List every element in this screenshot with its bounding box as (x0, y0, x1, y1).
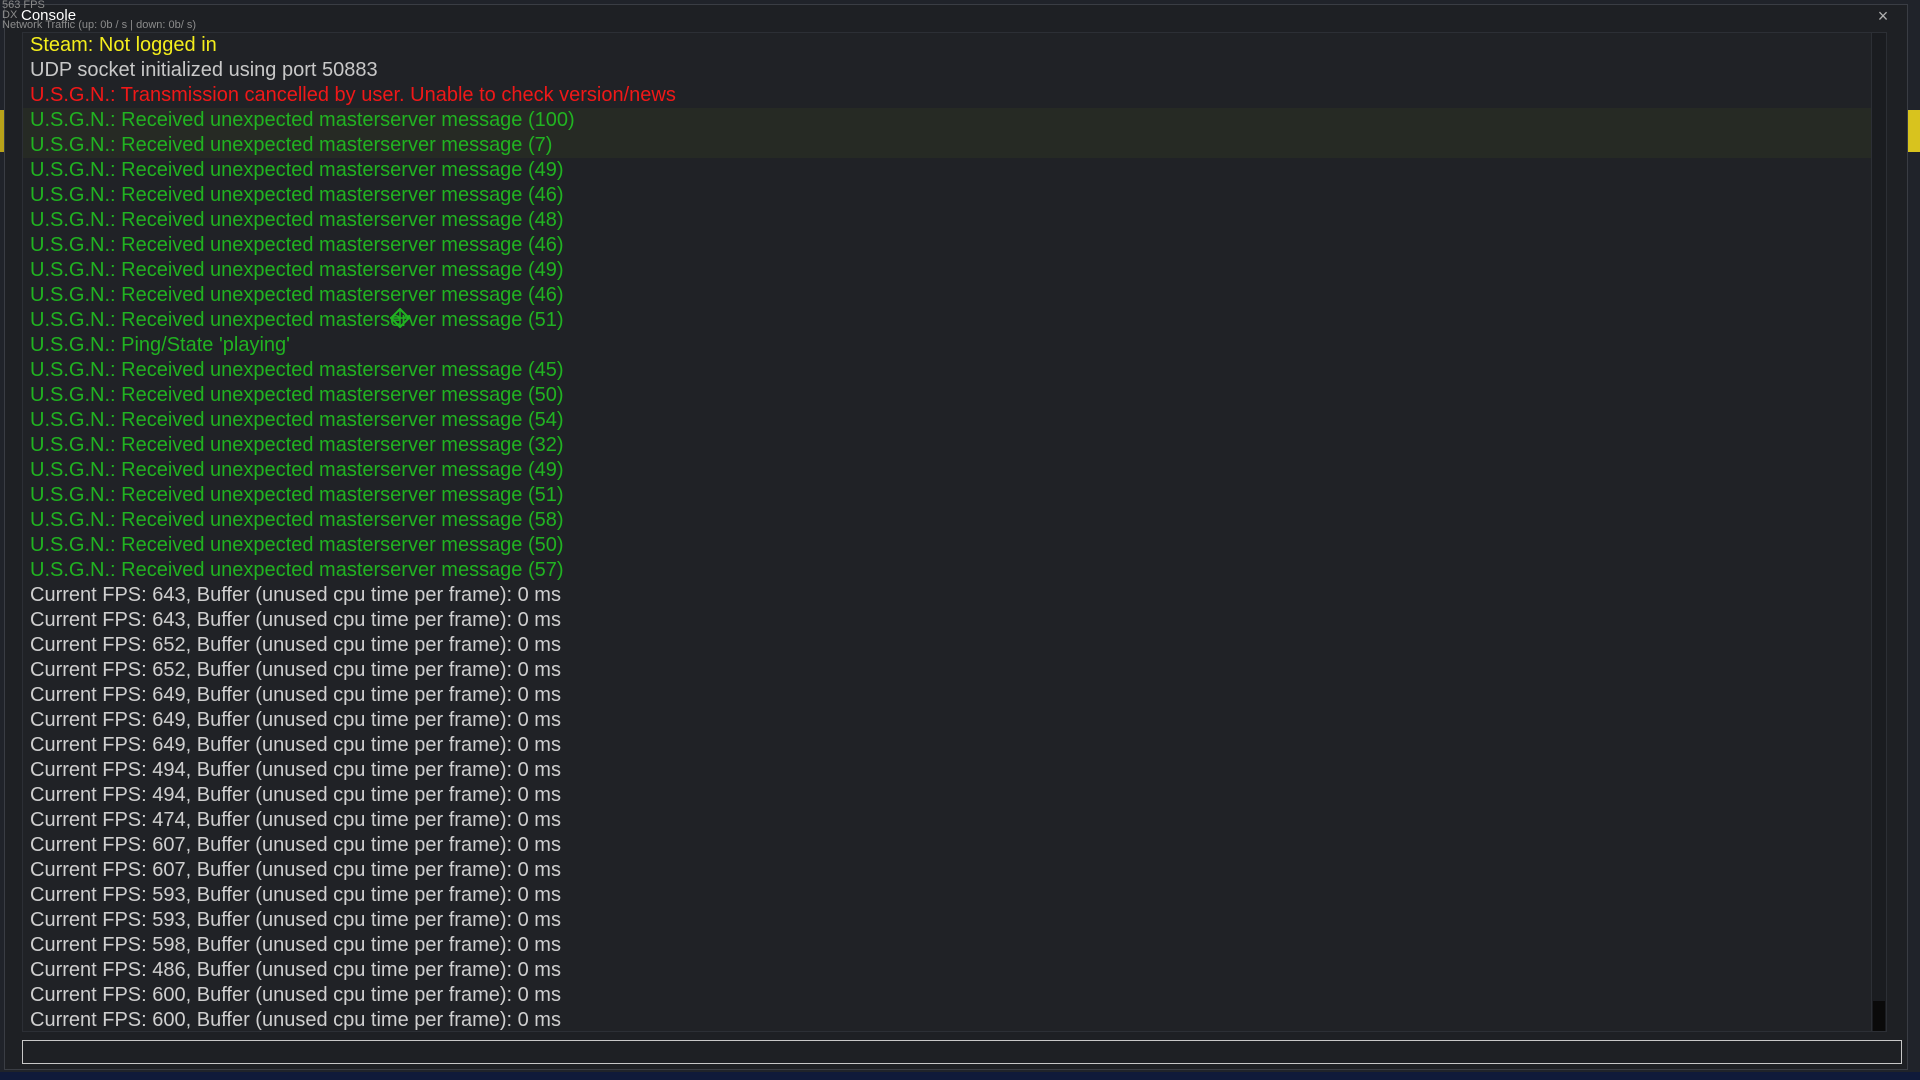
log-lines: Steam: Not logged in UDP socket initializ… (23, 33, 1886, 1031)
log-line: U.S.G.N.: Transmission cancelled by user… (30, 84, 676, 106)
log-line: Current FPS: 649, Buffer (unused cpu tim… (30, 734, 561, 756)
log-line: Current FPS: 598, Buffer (unused cpu tim… (30, 934, 561, 956)
log-line: Current FPS: 600, Buffer (unused cpu tim… (30, 1009, 561, 1031)
log-line: U.S.G.N.: Received unexpected masterserv… (30, 284, 564, 306)
crosshair-cursor-icon (390, 308, 410, 328)
log-line: Current FPS: 652, Buffer (unused cpu tim… (30, 659, 561, 681)
log-line: Current FPS: 652, Buffer (unused cpu tim… (30, 634, 561, 656)
game-screen: Console × Steam: Not logged in UDP socket… (0, 0, 1920, 1080)
log-line: U.S.G.N.: Received unexpected masterserv… (23, 108, 1886, 133)
log-line: Current FPS: 593, Buffer (unused cpu tim… (30, 909, 561, 931)
log-line: U.S.G.N.: Received unexpected masterserv… (30, 184, 564, 206)
log-line: Current FPS: 494, Buffer (unused cpu tim… (30, 759, 561, 781)
log-line: Current FPS: 474, Buffer (unused cpu tim… (30, 809, 561, 831)
log-line: Current FPS: 649, Buffer (unused cpu tim… (30, 684, 561, 706)
log-line: Current FPS: 607, Buffer (unused cpu tim… (30, 859, 561, 881)
log-line: U.S.G.N.: Received unexpected masterserv… (30, 534, 564, 556)
log-line: U.S.G.N.: Received unexpected masterserv… (30, 309, 564, 331)
log-line: Steam: Not logged in (30, 34, 217, 56)
log-line: Current FPS: 486, Buffer (unused cpu tim… (30, 959, 561, 981)
log-line: U.S.G.N.: Received unexpected masterserv… (30, 484, 564, 506)
log-line: U.S.G.N.: Received unexpected masterserv… (30, 509, 564, 531)
log-line: U.S.G.N.: Received unexpected masterserv… (30, 159, 564, 181)
hud-network-traffic: Network Traffic (up: 0b / s | down: 0b/ … (2, 19, 197, 31)
log-line: Current FPS: 649, Buffer (unused cpu tim… (30, 709, 561, 731)
log-line: Current FPS: 600, Buffer (unused cpu tim… (30, 984, 561, 1006)
log-scrollbar-thumb[interactable] (1873, 1001, 1885, 1031)
log-line: U.S.G.N.: Received unexpected masterserv… (30, 209, 564, 231)
log-line: U.S.G.N.: Received unexpected masterserv… (30, 459, 564, 481)
log-line: Current FPS: 643, Buffer (unused cpu tim… (30, 584, 561, 606)
log-line: U.S.G.N.: Received unexpected masterserv… (30, 359, 564, 381)
log-line: U.S.G.N.: Received unexpected masterserv… (30, 259, 564, 281)
log-line: Current FPS: 607, Buffer (unused cpu tim… (30, 834, 561, 856)
log-line: U.S.G.N.: Received unexpected masterserv… (30, 434, 564, 456)
console-command-input[interactable] (22, 1040, 1902, 1064)
log-line: U.S.G.N.: Received unexpected masterserv… (30, 234, 564, 256)
log-line: U.S.G.N.: Received unexpected masterserv… (30, 559, 564, 581)
log-line: Current FPS: 494, Buffer (unused cpu tim… (30, 784, 561, 806)
close-icon: × (1877, 6, 1889, 26)
log-line: U.S.G.N.: Received unexpected masterserv… (30, 409, 564, 431)
log-line: Current FPS: 593, Buffer (unused cpu tim… (30, 884, 561, 906)
log-line: U.S.G.N.: Received unexpected masterserv… (23, 133, 1886, 158)
console-window: Console × Steam: Not logged in UDP socket… (4, 4, 1908, 1070)
close-button[interactable]: × (1873, 6, 1893, 26)
background-game-bottom (0, 1072, 1920, 1080)
log-scrollbar[interactable] (1871, 33, 1886, 1031)
log-line: UDP socket initialized using port 50883 (30, 59, 378, 81)
log-line: U.S.G.N.: Ping/State 'playing' (30, 334, 290, 356)
log-line: Current FPS: 643, Buffer (unused cpu tim… (30, 609, 561, 631)
background-game-stripe-right (1908, 110, 1920, 152)
log-line: U.S.G.N.: Received unexpected masterserv… (30, 384, 564, 406)
console-log[interactable]: Steam: Not logged in UDP socket initializ… (22, 32, 1887, 1032)
